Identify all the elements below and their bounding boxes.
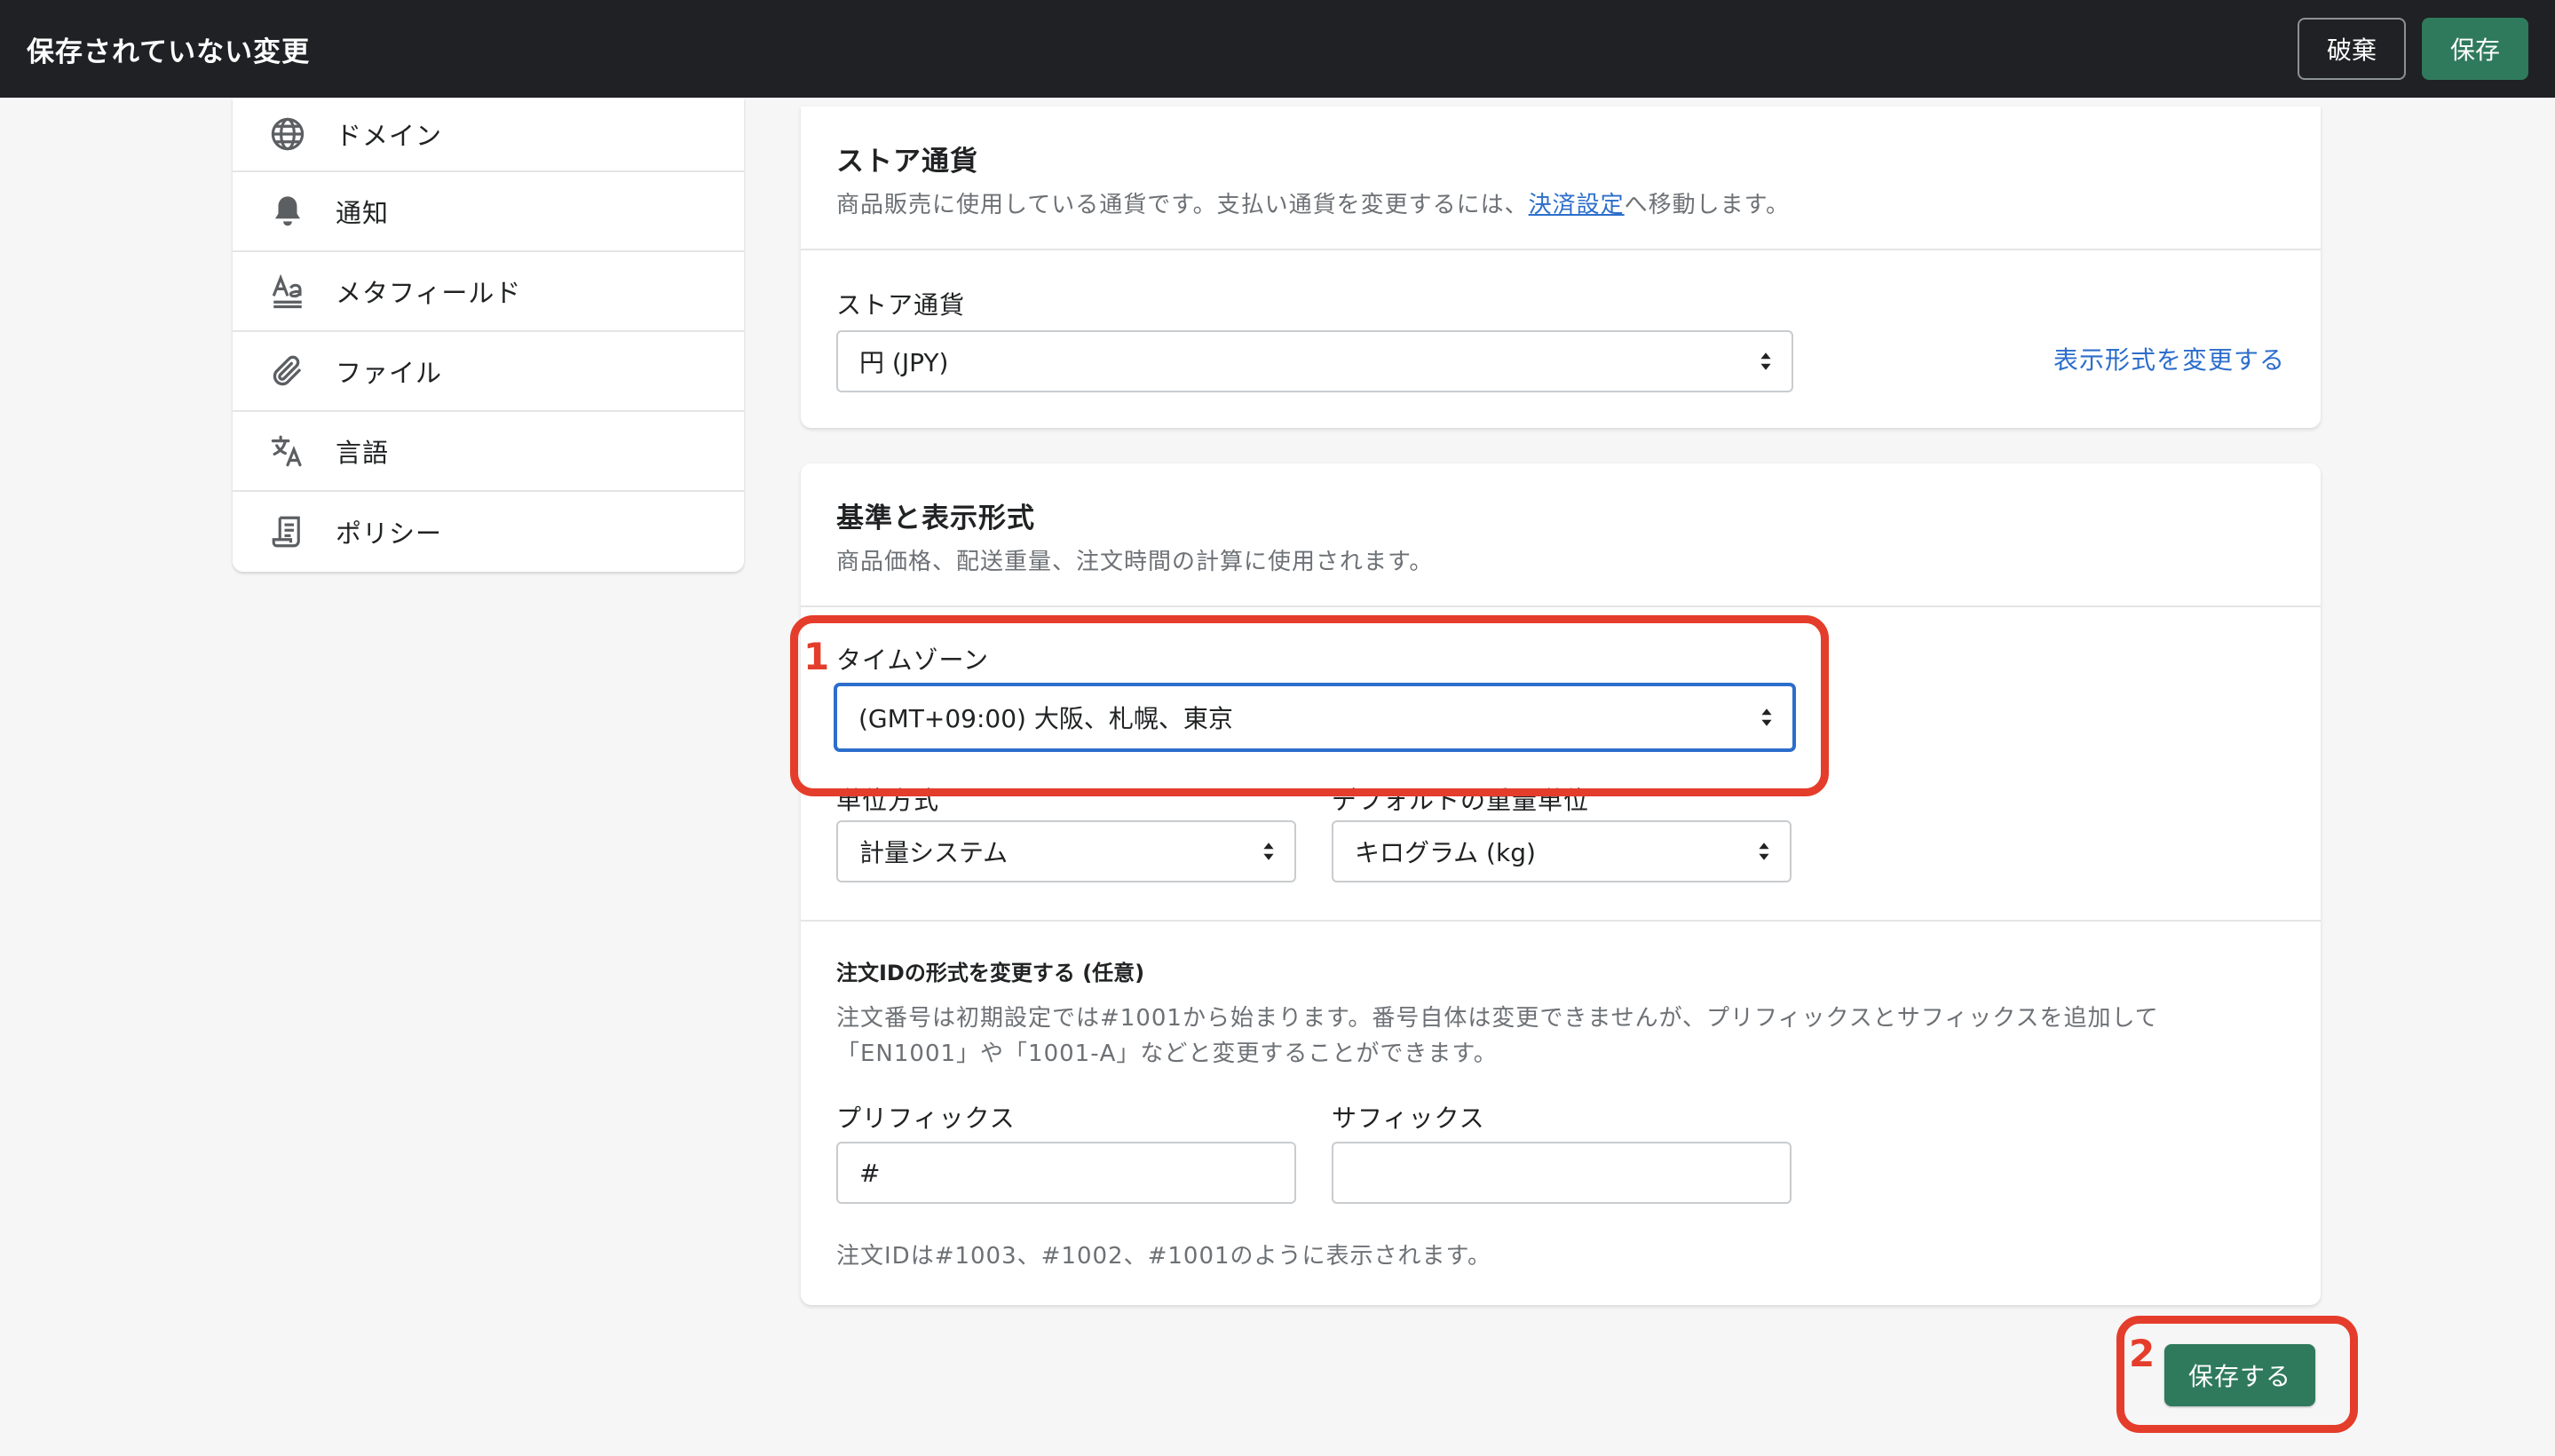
sidebar-item-policies[interactable]: ポリシー <box>233 492 744 572</box>
select-caret-icon <box>1263 843 1274 860</box>
prefix-label: プリフィックス <box>836 1104 1016 1133</box>
store-currency-select[interactable]: 円 (JPY) <box>836 330 1793 392</box>
store-currency-label: ストア通貨 <box>836 290 966 320</box>
divider <box>801 920 2321 922</box>
suffix-input[interactable] <box>1332 1142 1792 1204</box>
card-description: 商品販売に使用している通貨です。支払い通貨を変更するには、決済設定へ移動します。 <box>836 186 1790 219</box>
card-title: ストア通貨 <box>836 146 978 178</box>
select-value: 円 (JPY) <box>859 348 949 377</box>
sidebar-item-label: 通知 <box>336 198 390 228</box>
sidebar-item-notifications[interactable]: 通知 <box>233 172 744 252</box>
divider <box>801 605 2321 607</box>
discard-button[interactable]: 破棄 <box>2298 18 2406 80</box>
divider <box>801 249 2321 250</box>
sidebar-item-label: 言語 <box>336 438 390 468</box>
card-description: 商品価格、配送重量、注文時間の計算に使用されます。 <box>836 549 1434 575</box>
settings-sidebar: ドメイン 通知 メタフィールド ファイル 言語 ポリシー <box>233 98 744 572</box>
select-caret-icon <box>1760 352 1771 370</box>
policy-icon <box>268 512 307 551</box>
sidebar-item-languages[interactable]: 言語 <box>233 412 744 492</box>
annotation-highlight-timezone <box>790 615 1829 796</box>
order-id-format-desc-line1: 注文番号は初期設定では#1001から始まります。番号自体は変更できませんが、プリ… <box>836 1005 2159 1032</box>
order-id-format-desc-line2: 「EN1001」や「1001-A」などと変更することができます。 <box>836 1041 1498 1067</box>
globe-icon <box>268 115 307 154</box>
payment-settings-link[interactable]: 決済設定 <box>1529 192 1625 218</box>
annotation-step-2: 2 <box>2129 1332 2156 1375</box>
topbar-actions: 破棄 保存 <box>2298 18 2528 80</box>
order-id-preview-text: 注文IDは#1003、#1002、#1001のように表示されます。 <box>836 1243 1491 1270</box>
translate-icon <box>268 431 307 471</box>
select-value: キログラム (kg) <box>1355 838 1536 867</box>
metafield-icon <box>268 272 307 311</box>
unit-system-select[interactable]: 計量システム <box>836 820 1296 882</box>
unsaved-changes-title: 保存されていない変更 <box>27 36 311 68</box>
sidebar-item-label: ポリシー <box>336 518 443 549</box>
sidebar-item-domains[interactable]: ドメイン <box>233 98 744 172</box>
weight-unit-select[interactable]: キログラム (kg) <box>1332 820 1792 882</box>
card-description-text: へ移動します。 <box>1624 192 1791 218</box>
unsaved-changes-bar: 保存されていない変更 破棄 保存 <box>0 0 2555 98</box>
annotation-step-1: 1 <box>803 635 830 678</box>
paperclip-icon <box>268 352 307 391</box>
order-id-format-title: 注文IDの形式を変更する (任意) <box>836 961 1145 985</box>
sidebar-item-label: ドメイン <box>336 121 443 151</box>
prefix-input[interactable]: # <box>836 1142 1296 1204</box>
change-format-link[interactable]: 表示形式を変更する <box>2053 341 2285 376</box>
suffix-label: サフィックス <box>1332 1104 1485 1133</box>
sidebar-item-metafields[interactable]: メタフィールド <box>233 252 744 332</box>
save-button[interactable]: 保存 <box>2422 18 2528 80</box>
bell-icon <box>268 192 307 231</box>
select-caret-icon <box>1759 843 1769 860</box>
card-description-text: 商品販売に使用している通貨です。支払い通貨を変更するには、 <box>836 192 1529 218</box>
card-title: 基準と表示形式 <box>836 502 1035 534</box>
sidebar-item-files[interactable]: ファイル <box>233 332 744 412</box>
sidebar-item-label: メタフィールド <box>336 278 522 308</box>
sidebar-item-label: ファイル <box>336 358 443 388</box>
store-currency-card: ストア通貨 商品販売に使用している通貨です。支払い通貨を変更するには、決済設定へ… <box>801 107 2321 428</box>
select-value: 計量システム <box>859 838 1009 867</box>
standards-formats-card: 基準と表示形式 商品価格、配送重量、注文時間の計算に使用されます。 タイムゾーン… <box>801 463 2321 1305</box>
